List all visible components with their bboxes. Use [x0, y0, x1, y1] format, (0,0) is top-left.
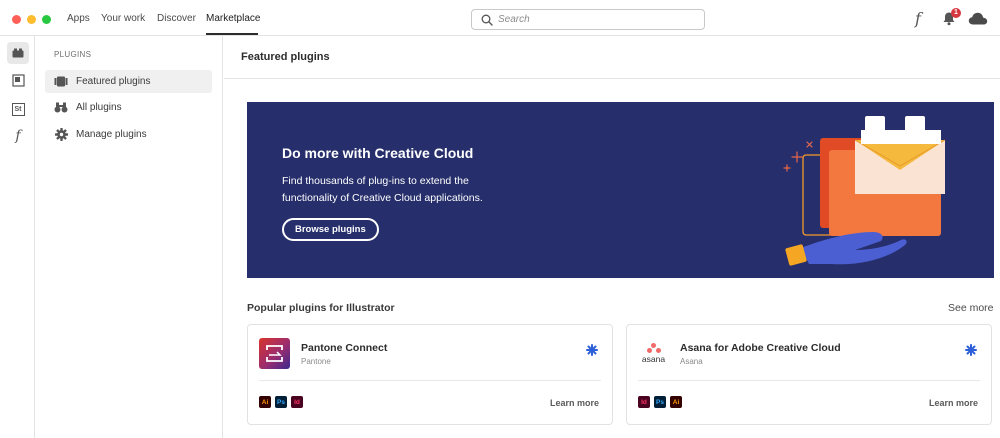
- card-divider: [638, 380, 980, 381]
- main-content: Featured plugins Do more with Creative C…: [224, 36, 1000, 438]
- browse-plugins-button[interactable]: Browse plugins: [282, 218, 379, 241]
- learn-more-link[interactable]: Learn more: [550, 398, 599, 408]
- pantone-logo: [259, 338, 290, 369]
- card-divider: [259, 380, 601, 381]
- gear-icon: [54, 128, 68, 142]
- asana-logo: asana: [638, 338, 669, 369]
- illustrator-icon: Ai: [259, 396, 271, 408]
- tab-marketplace[interactable]: Marketplace: [206, 13, 260, 24]
- cloud-icon[interactable]: [968, 12, 988, 25]
- sidebar-heading: PLUGINS: [54, 50, 92, 59]
- hero-title: Do more with Creative Cloud: [282, 145, 474, 161]
- photoshop-icon: Ps: [275, 396, 287, 408]
- photoshop-icon: Ps: [654, 396, 666, 408]
- compatible-apps: Id Ps Ai: [638, 396, 682, 408]
- plugin-vendor: Pantone: [301, 357, 331, 366]
- maximize-window-button[interactable]: [42, 15, 51, 24]
- plugin-name: Asana for Adobe Creative Cloud: [680, 342, 841, 354]
- plugin-vendor: Asana: [680, 357, 703, 366]
- tab-apps[interactable]: Apps: [67, 13, 90, 24]
- featured-icon: [54, 75, 68, 89]
- close-window-button[interactable]: [12, 15, 21, 24]
- stock-icon: St: [11, 102, 25, 116]
- search-icon: [481, 14, 493, 26]
- featured-star-icon: [965, 344, 977, 356]
- minimize-window-button[interactable]: [27, 15, 36, 24]
- tab-your-work[interactable]: Your work: [101, 13, 145, 24]
- search-box[interactable]: [471, 9, 705, 30]
- featured-star-icon: [586, 344, 598, 356]
- sidebar-item-featured-plugins[interactable]: Featured plugins: [45, 70, 212, 93]
- rail-stock-button[interactable]: St: [7, 98, 29, 120]
- fonts-icon[interactable]: f: [915, 9, 921, 28]
- plugin-name: Pantone Connect: [301, 342, 388, 354]
- rail-stock-frame-button[interactable]: [7, 69, 29, 91]
- header-divider: [224, 78, 1000, 79]
- section-title: Popular plugins for Illustrator: [247, 302, 395, 314]
- rail-plugins-button[interactable]: [7, 42, 29, 64]
- plugin-card[interactable]: Pantone Connect Pantone Ai Ps Id Learn m…: [247, 324, 613, 425]
- sidebar-item-label: All plugins: [76, 102, 122, 113]
- active-tab-indicator: [206, 33, 258, 35]
- illustrator-icon: Ai: [670, 396, 682, 408]
- tab-discover[interactable]: Discover: [157, 13, 196, 24]
- sidebar-item-manage-plugins[interactable]: Manage plugins: [45, 123, 212, 146]
- sidebar-item-label: Featured plugins: [76, 76, 151, 87]
- sidebar-item-label: Manage plugins: [76, 129, 147, 140]
- see-more-link[interactable]: See more: [948, 302, 994, 314]
- learn-more-link[interactable]: Learn more: [929, 398, 978, 408]
- left-rail: St f: [0, 36, 35, 438]
- fonts-icon: f: [15, 128, 21, 144]
- compatible-apps: Ai Ps Id: [259, 396, 303, 408]
- stock-frame-icon: [11, 73, 25, 87]
- asana-logo-text: asana: [641, 354, 666, 364]
- indesign-icon: Id: [291, 396, 303, 408]
- binoculars-icon: [54, 101, 68, 115]
- sidebar-item-all-plugins[interactable]: All plugins: [45, 96, 212, 119]
- plugin-card[interactable]: asana Asana for Adobe Creative Cloud Asa…: [626, 324, 992, 425]
- rail-fonts-button[interactable]: f: [7, 125, 29, 147]
- hero-illustration: [783, 116, 946, 266]
- notification-badge: 1: [951, 8, 961, 18]
- page-title: Featured plugins: [241, 51, 330, 63]
- hero-description: Find thousands of plug-ins to extend the…: [282, 175, 483, 204]
- sidebar: PLUGINS Featured plugins All plugins Man…: [36, 36, 223, 438]
- plugins-icon: [12, 48, 24, 58]
- indesign-icon: Id: [638, 396, 650, 408]
- top-bar: Apps Your work Discover Marketplace f 1: [0, 0, 1000, 36]
- hero-banner: Do more with Creative Cloud Find thousan…: [247, 102, 994, 278]
- search-input[interactable]: [498, 12, 698, 27]
